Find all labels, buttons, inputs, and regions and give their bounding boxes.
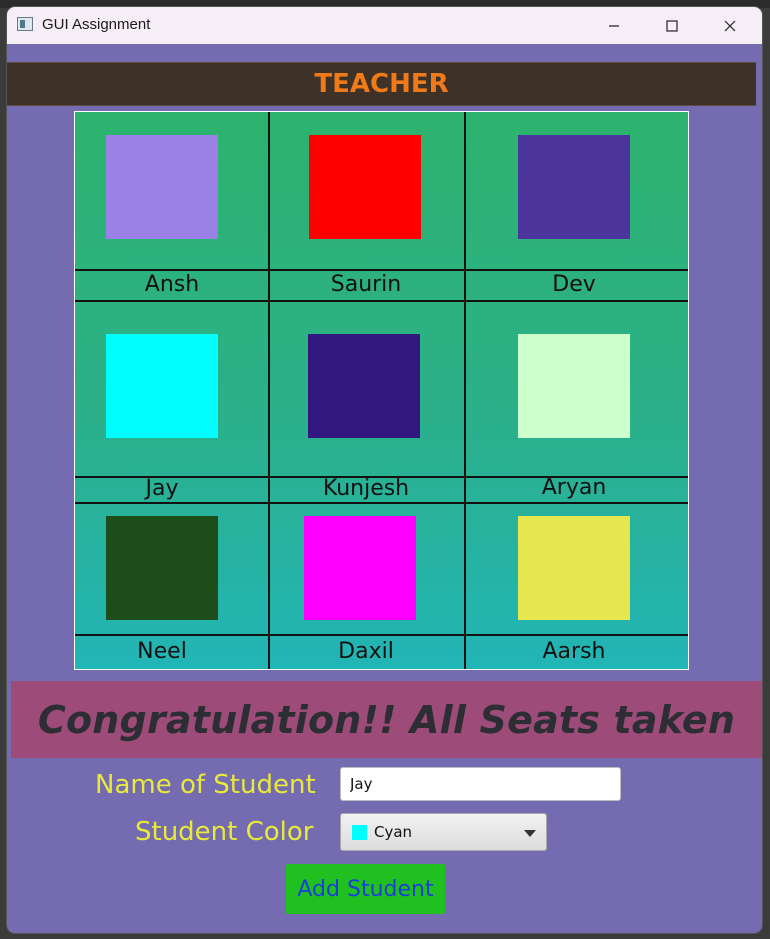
grid-divider bbox=[75, 269, 688, 271]
close-icon bbox=[724, 20, 736, 31]
maximize-button[interactable] bbox=[649, 7, 695, 44]
minimize-icon bbox=[609, 24, 619, 27]
seat-color-swatch[interactable] bbox=[304, 516, 416, 620]
seat-color-swatch[interactable] bbox=[308, 334, 420, 438]
seat-name: Daxil bbox=[338, 639, 394, 664]
status-message: Congratulation!! All Seats taken bbox=[37, 697, 736, 742]
teacher-header: TEACHER bbox=[7, 62, 756, 106]
grid-divider bbox=[75, 300, 688, 302]
window-title: GUI Assignment bbox=[42, 16, 151, 33]
seat-color-swatch[interactable] bbox=[309, 135, 421, 239]
maximize-icon bbox=[666, 19, 678, 32]
seat-name: Ansh bbox=[144, 272, 200, 297]
student-name-label: Name of Student bbox=[95, 770, 316, 800]
seat-color-swatch[interactable] bbox=[106, 135, 218, 239]
selected-color-label: Cyan bbox=[374, 823, 413, 841]
grid-divider bbox=[464, 112, 466, 669]
grid-divider bbox=[75, 502, 688, 504]
selected-color-swatch bbox=[352, 825, 367, 840]
seat-name: Jay bbox=[145, 476, 179, 501]
teacher-label: TEACHER bbox=[314, 69, 449, 99]
title-bar: GUI Assignment bbox=[7, 7, 762, 44]
student-color-select[interactable]: Cyan bbox=[340, 813, 547, 851]
seat-name: Aarsh bbox=[542, 639, 606, 664]
grid-divider bbox=[268, 112, 270, 669]
seat-name: Neel bbox=[137, 639, 187, 664]
seat-color-swatch[interactable] bbox=[106, 334, 218, 438]
grid-divider bbox=[75, 634, 688, 636]
seat-name: Aryan bbox=[541, 475, 607, 500]
add-student-button[interactable]: Add Student bbox=[286, 864, 445, 914]
seat-name: Kunjesh bbox=[322, 476, 410, 501]
close-button[interactable] bbox=[707, 7, 753, 44]
seat-name: Saurin bbox=[330, 272, 402, 297]
seating-grid: Ansh Saurin Dev Jay Kunjesh Aryan Neel D… bbox=[74, 111, 689, 670]
student-color-label: Student Color bbox=[135, 817, 314, 847]
seat-color-swatch[interactable] bbox=[518, 135, 630, 239]
chevron-down-icon bbox=[524, 830, 536, 837]
minimize-button[interactable] bbox=[591, 7, 637, 44]
app-window: GUI Assignment TEACHER Ansh Saurin Dev J… bbox=[7, 7, 762, 933]
seat-color-swatch[interactable] bbox=[106, 516, 218, 620]
app-icon bbox=[17, 17, 33, 31]
student-name-input[interactable] bbox=[340, 767, 621, 801]
seat-color-swatch[interactable] bbox=[518, 516, 630, 620]
seat-color-swatch[interactable] bbox=[518, 334, 630, 438]
seat-name: Dev bbox=[552, 272, 596, 297]
status-banner: Congratulation!! All Seats taken bbox=[11, 681, 762, 758]
